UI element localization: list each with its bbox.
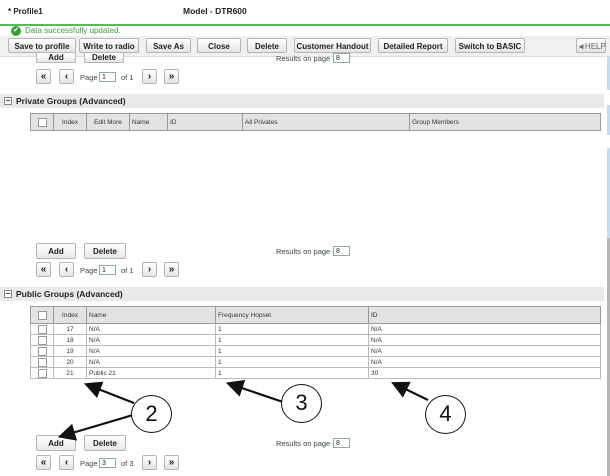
callout-2: 2 [131,395,172,433]
callout-3: 3 [281,384,322,423]
callout-4: 4 [425,395,466,434]
callout-arrow-2b [57,413,134,441]
callout-arrow-4 [391,381,429,401]
callout-arrow-3 [225,379,284,404]
callout-arrow-2 [83,381,135,405]
